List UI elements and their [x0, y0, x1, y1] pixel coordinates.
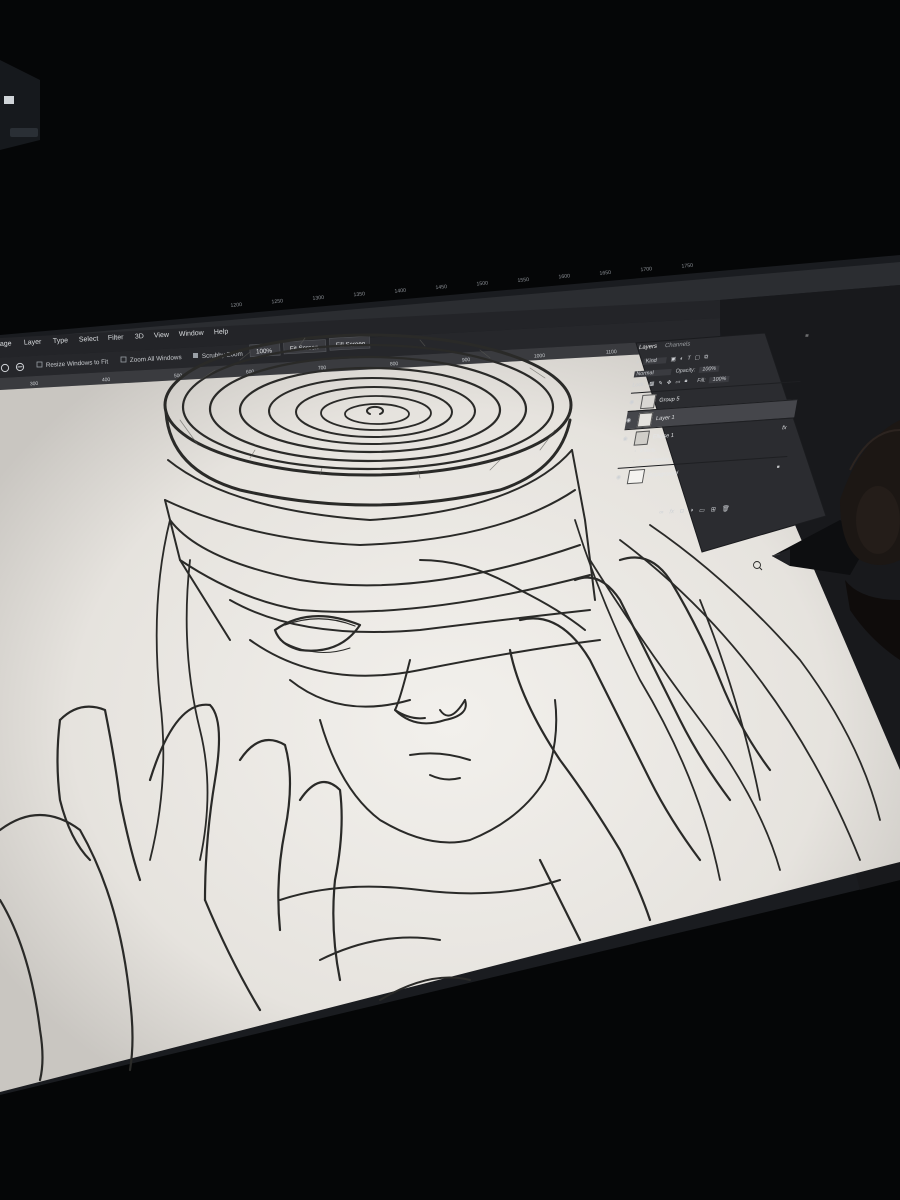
menu-item-select[interactable]: Select — [79, 336, 99, 344]
menu-item-view[interactable]: View — [154, 332, 170, 340]
folder-icon[interactable]: ▭ — [698, 507, 705, 514]
doc-ruler-tick-label: 1100 — [606, 349, 617, 356]
menu-item-layer[interactable]: Layer — [24, 339, 43, 347]
lock-all-icon[interactable]: 🔒︎ — [684, 378, 688, 385]
doc-ruler-tick-label: 1000 — [534, 353, 546, 360]
layer-thumbnail — [640, 393, 657, 409]
filter-shape-icon[interactable]: ▢ — [694, 355, 700, 361]
new-layer-icon[interactable]: ⊞ — [710, 506, 716, 513]
layer-name[interactable]: Layer 1 — [656, 414, 676, 421]
fill-value[interactable]: 100% — [709, 375, 730, 383]
layers-list: ◉ Group 5 ◉ Layer 1 ◉ Ellipse 1 fx ◦ Eff… — [614, 380, 801, 488]
ruler-tick-label: 1450 — [435, 284, 447, 291]
effects-label: Effects — [639, 447, 656, 455]
filter-type-icon[interactable]: T — [687, 355, 691, 361]
doc-ruler-tick-label: 300 — [30, 381, 39, 387]
ruler-tick-label: 1550 — [517, 277, 529, 284]
layer-name[interactable]: Ellipse 1 — [652, 432, 674, 440]
layer-thumbnail — [626, 468, 646, 485]
menu-item-age[interactable]: age — [0, 340, 12, 348]
visibility-eye-icon[interactable]: ◉ — [615, 474, 624, 481]
link-icon[interactable]: ∞ — [658, 510, 664, 517]
ruler-tick-label: 1400 — [394, 288, 406, 295]
visibility-eye-icon[interactable]: ◉ — [622, 435, 631, 442]
lock-label: Lock: — [631, 381, 646, 389]
mask-icon[interactable]: ◘ — [679, 508, 684, 515]
doc-ruler-tick-label: 400 — [102, 377, 111, 383]
visibility-eye-icon[interactable]: ◦ — [632, 459, 635, 465]
ruler-tick-label: 1600 — [558, 273, 570, 280]
ruler-tick-label: 1650 — [599, 270, 611, 277]
filter-smart-icon[interactable]: ⧉ — [703, 354, 709, 361]
lock-pixels-icon[interactable]: ▦ — [649, 381, 655, 387]
menu-item-filter[interactable]: Filter — [108, 334, 125, 342]
ruler-tick-label: 1250 — [271, 298, 283, 305]
tab-layers[interactable]: Layers — [638, 344, 657, 351]
color-overlay-label: Color Overlay — [637, 456, 670, 465]
lock-brush-icon[interactable]: ✎ — [658, 380, 664, 386]
filter-kind-select[interactable]: Kind — [643, 357, 668, 365]
fill-label: Fill: — [696, 376, 707, 384]
layers-panel-footer: ∞ fx ◘ ◑ ▭ ⊞ 🗑︎ — [609, 502, 780, 521]
blend-mode-select[interactable]: Normal — [633, 368, 673, 378]
filter-pixel-icon[interactable]: ▣ — [670, 356, 676, 362]
tab-channels[interactable]: Channels — [664, 341, 690, 349]
layer-name[interactable]: Background — [647, 471, 678, 479]
layer-thumbnail — [636, 411, 654, 427]
lock-move-icon[interactable]: ✥ — [666, 379, 672, 385]
lock-artboard-icon[interactable]: ▭ — [675, 379, 681, 385]
menu-item-help[interactable]: Help — [214, 328, 229, 336]
adjustment-icon[interactable]: ◑ — [689, 508, 694, 515]
visibility-eye-icon[interactable]: ◉ — [626, 417, 635, 423]
tablet-display-photo: 1200 1250 1300 1350 1400 1450 1500 1550 1600 1650… — [0, 0, 900, 1200]
ruler-tick-label: 1350 — [353, 291, 365, 298]
ruler-tick-label: 1500 — [476, 281, 488, 288]
visibility-eye-icon[interactable]: ◦ — [634, 448, 637, 454]
layer-name[interactable]: Group 5 — [659, 396, 680, 404]
fx-icon[interactable]: fx — [669, 509, 675, 516]
lock-icon: 🔒︎ — [776, 463, 781, 470]
ruler-tick-label: 1300 — [312, 295, 324, 302]
scrubby-zoom-checkbox[interactable] — [193, 353, 198, 358]
trash-icon[interactable]: 🗑︎ — [721, 505, 730, 513]
search-icon: ⌕ — [635, 358, 641, 365]
opacity-value[interactable]: 100% — [698, 365, 720, 373]
menu-item-3d[interactable]: 3D — [135, 333, 144, 340]
doc-ruler-tick-label: 900 — [462, 357, 471, 363]
layer-thumbnail — [633, 430, 651, 446]
doc-ruler-tick-label: 800 — [390, 361, 399, 367]
fx-badge[interactable]: fx — [782, 424, 787, 430]
visibility-eye-icon[interactable]: ◉ — [629, 399, 638, 405]
ruler-tick-label: 1750 — [681, 263, 693, 270]
filter-adjust-icon[interactable]: ◐ — [679, 356, 683, 362]
ruler-tick-label: 1200 — [230, 302, 242, 309]
ruler-tick-label: 1700 — [640, 266, 652, 273]
menu-item-window[interactable]: Window — [179, 330, 205, 338]
menu-item-type[interactable]: Type — [53, 337, 69, 345]
opacity-label: Opacity: — [675, 366, 696, 375]
